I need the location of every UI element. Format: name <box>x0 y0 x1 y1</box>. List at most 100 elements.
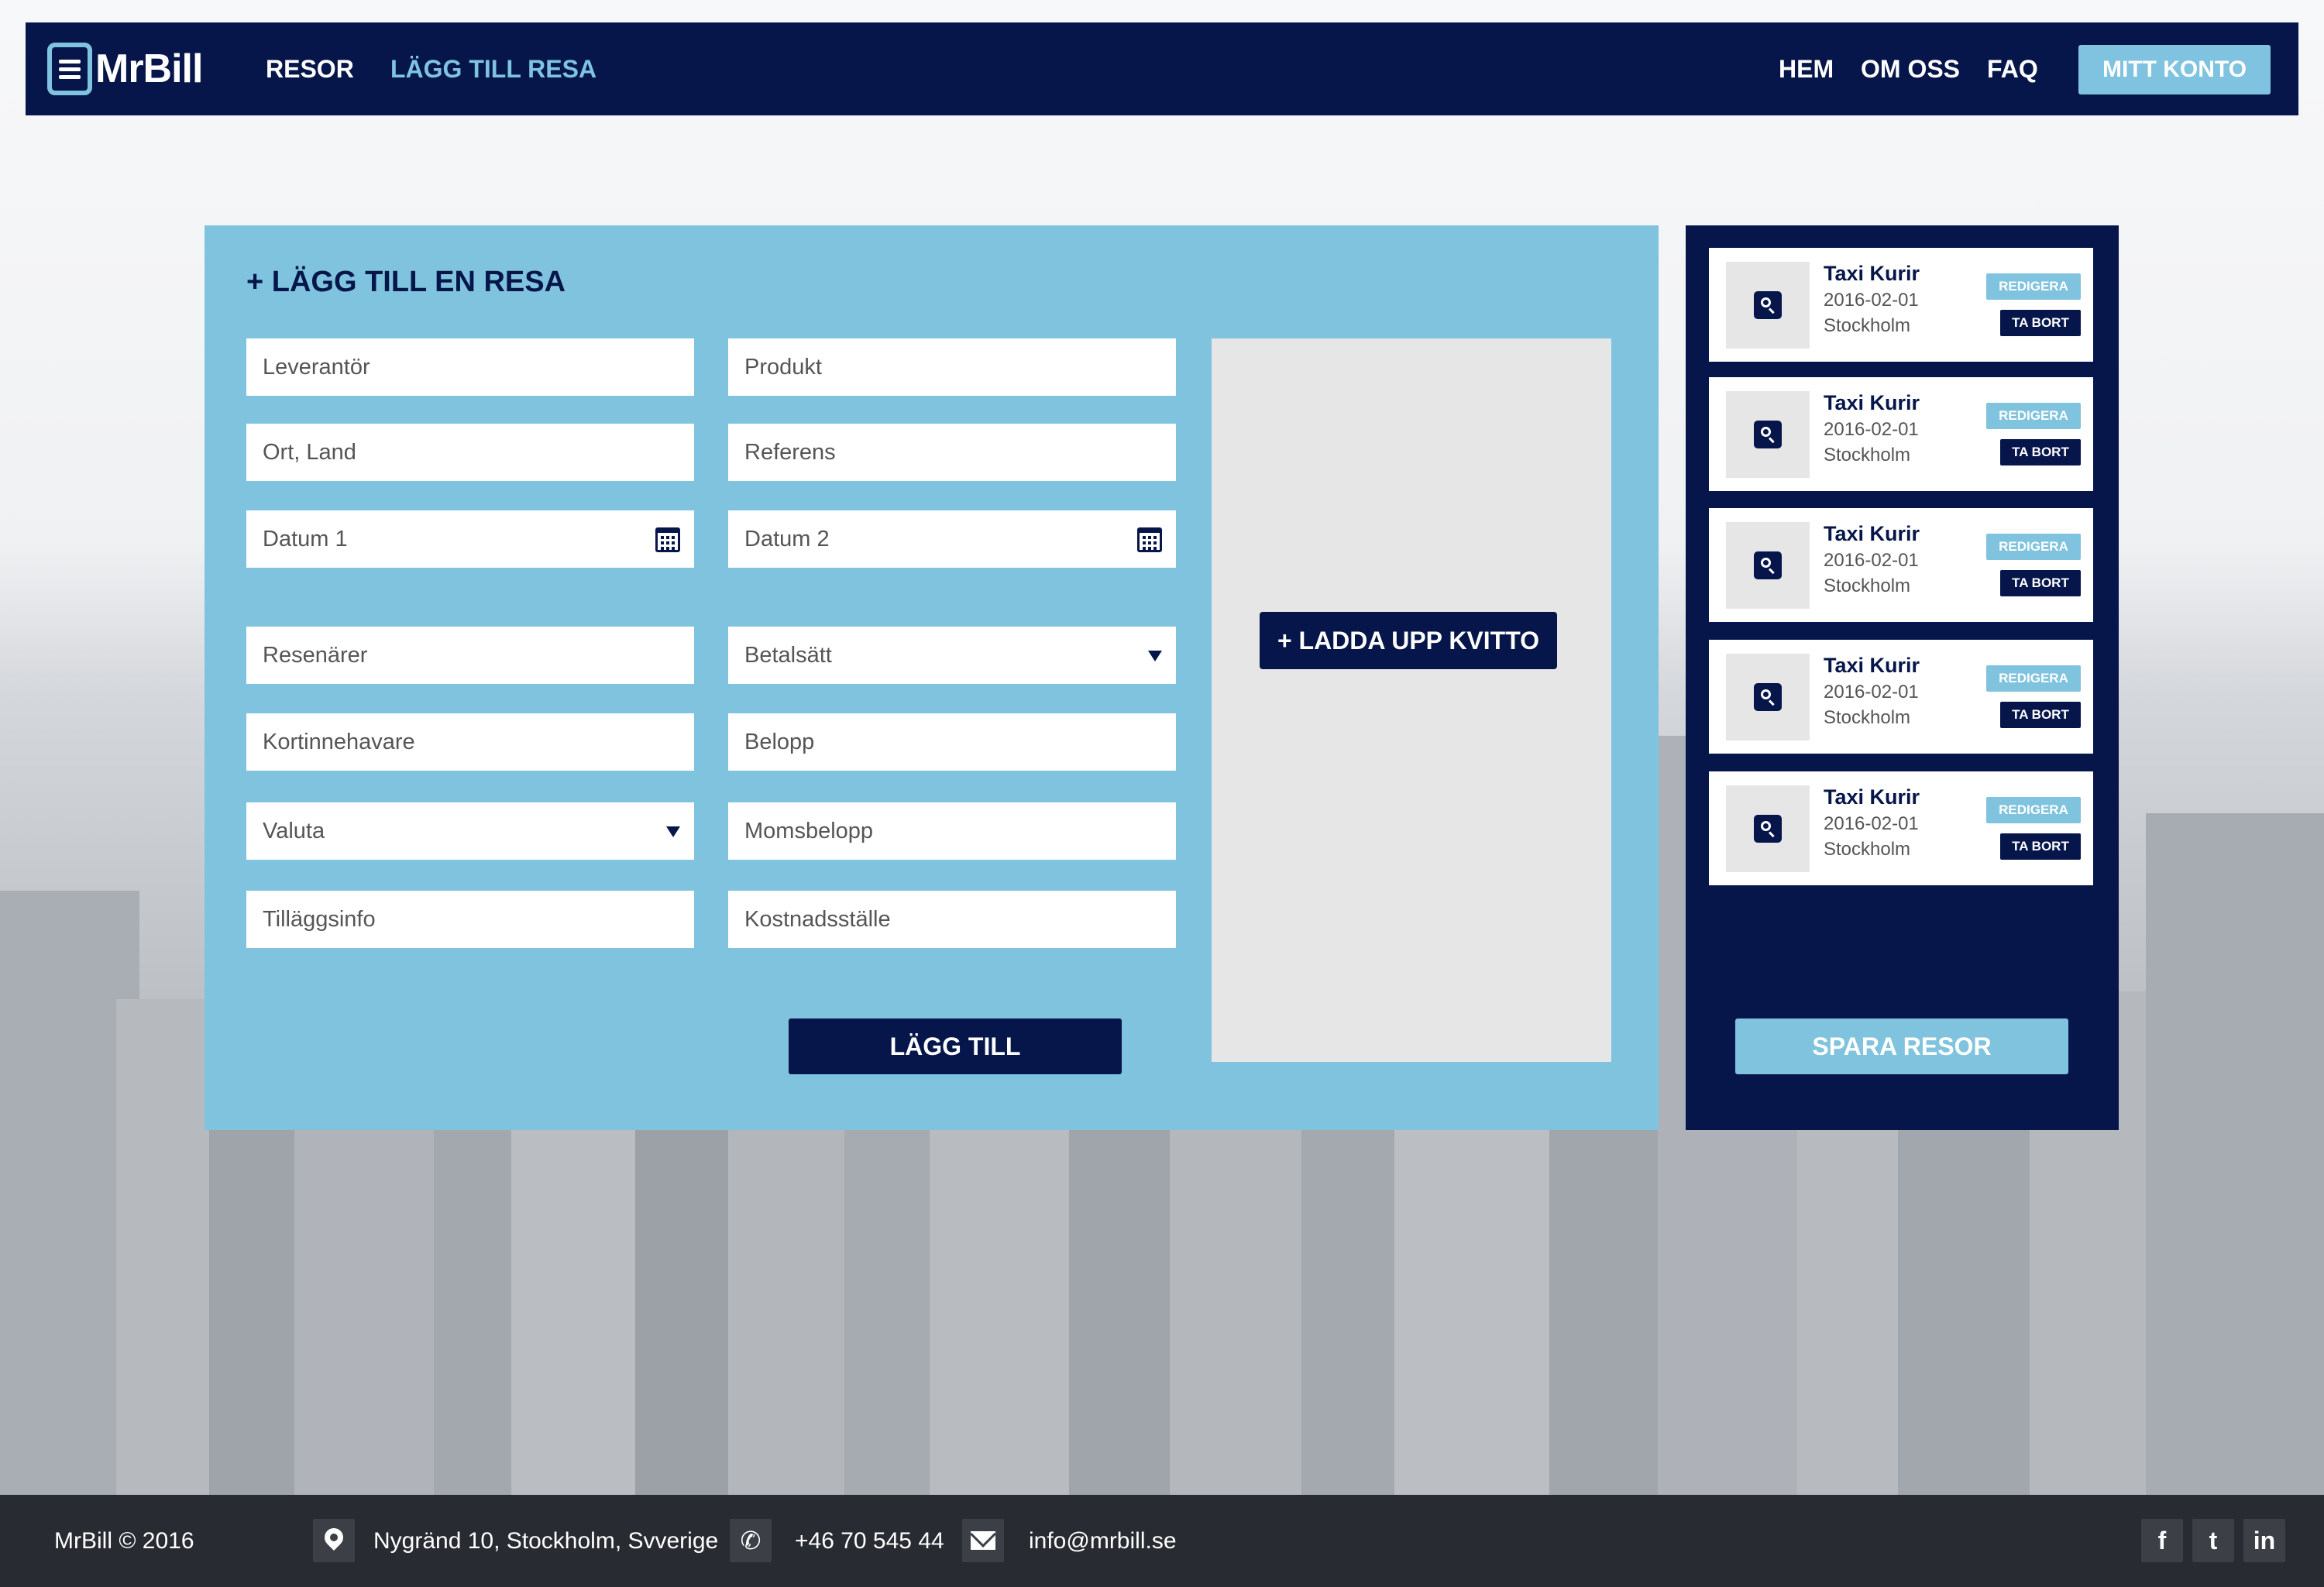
trip-date: 2016-02-01 <box>1824 419 1919 440</box>
cost-center-field[interactable]: Kostnadsställe <box>728 891 1176 948</box>
trips-list-panel: Taxi Kurir 2016-02-01 Stockholm REDIGERA… <box>1686 225 2119 1130</box>
calendar-icon[interactable] <box>1137 527 1162 552</box>
envelope-icon <box>962 1519 1004 1562</box>
amount-placeholder: Belopp <box>744 730 815 754</box>
dropdown-arrow-icon <box>1148 651 1162 661</box>
delete-trip-button[interactable]: TA BORT <box>2000 570 2081 596</box>
travellers-placeholder: Resenärer <box>263 643 368 668</box>
delete-trip-button[interactable]: TA BORT <box>2000 833 2081 860</box>
currency-select[interactable]: Valuta <box>246 802 694 860</box>
cardholder-placeholder: Kortinnehavare <box>263 730 415 754</box>
dropdown-arrow-icon <box>666 826 680 837</box>
location-placeholder: Ort, Land <box>263 440 356 465</box>
upload-receipt-button[interactable]: + LADDA UPP KVITTO <box>1260 612 1557 669</box>
search-icon[interactable] <box>1754 683 1782 711</box>
edit-trip-button[interactable]: REDIGERA <box>1986 665 2081 692</box>
reference-placeholder: Referens <box>744 440 836 465</box>
trip-date: 2016-02-01 <box>1824 290 1919 311</box>
footer-email[interactable]: info@mrbill.se <box>1029 1495 1177 1587</box>
trip-title: Taxi Kurir <box>1824 785 1920 809</box>
trip-city: Stockholm <box>1824 575 1911 596</box>
trip-date: 2016-02-01 <box>1824 682 1919 702</box>
save-trips-button[interactable]: SPARA RESOR <box>1735 1018 2068 1074</box>
nav-link-om-oss[interactable]: OM OSS <box>1861 22 1960 115</box>
receipt-thumbnail[interactable] <box>1726 785 1810 872</box>
linkedin-icon[interactable]: in <box>2243 1519 2285 1562</box>
search-icon[interactable] <box>1754 421 1782 448</box>
trip-card: Taxi Kurir 2016-02-01 Stockholm REDIGERA… <box>1709 508 2093 622</box>
footer: MrBill © 2016 Nygränd 10, Stockholm, Svv… <box>0 1495 2324 1587</box>
extra-info-field[interactable]: Tilläggsinfo <box>246 891 694 948</box>
date2-field[interactable]: Datum 2 <box>728 510 1176 568</box>
supplier-placeholder: Leverantör <box>263 355 370 380</box>
map-pin-icon <box>313 1519 355 1562</box>
reference-field[interactable]: Referens <box>728 424 1176 481</box>
trip-card: Taxi Kurir 2016-02-01 Stockholm REDIGERA… <box>1709 640 2093 754</box>
logo-text: MrBill <box>95 46 203 91</box>
trip-card: Taxi Kurir 2016-02-01 Stockholm REDIGERA… <box>1709 771 2093 885</box>
product-placeholder: Produkt <box>744 355 822 380</box>
form-title: + LÄGG TILL EN RESA <box>246 266 566 298</box>
trip-title: Taxi Kurir <box>1824 391 1920 414</box>
search-icon[interactable] <box>1754 291 1782 319</box>
edit-trip-button[interactable]: REDIGERA <box>1986 273 2081 300</box>
receipt-thumbnail[interactable] <box>1726 522 1810 609</box>
date1-field[interactable]: Datum 1 <box>246 510 694 568</box>
trip-title: Taxi Kurir <box>1824 522 1920 545</box>
cardholder-field[interactable]: Kortinnehavare <box>246 713 694 771</box>
add-trip-form: + LÄGG TILL EN RESA Leverantör Produkt O… <box>205 225 1659 1130</box>
twitter-icon[interactable]: t <box>2192 1519 2234 1562</box>
trip-date: 2016-02-01 <box>1824 550 1919 571</box>
my-account-button[interactable]: MITT KONTO <box>2078 45 2271 94</box>
edit-trip-button[interactable]: REDIGERA <box>1986 797 2081 823</box>
vat-amount-field[interactable]: Momsbelopp <box>728 802 1176 860</box>
vat-amount-placeholder: Momsbelopp <box>744 819 874 843</box>
nav-link-faq[interactable]: FAQ <box>1987 22 2038 115</box>
calendar-icon[interactable] <box>655 527 680 552</box>
footer-address: Nygränd 10, Stockholm, Svverige <box>373 1528 719 1554</box>
date1-placeholder: Datum 1 <box>263 527 348 551</box>
supplier-field[interactable]: Leverantör <box>246 338 694 396</box>
document-logo-icon <box>47 43 92 95</box>
brand-logo[interactable]: MrBill <box>47 41 203 97</box>
amount-field[interactable]: Belopp <box>728 713 1176 771</box>
payment-method-placeholder: Betalsätt <box>744 643 832 668</box>
cost-center-placeholder: Kostnadsställe <box>744 907 891 932</box>
search-icon[interactable] <box>1754 551 1782 579</box>
delete-trip-button[interactable]: TA BORT <box>2000 310 2081 336</box>
trip-title: Taxi Kurir <box>1824 654 1920 677</box>
receipt-thumbnail[interactable] <box>1726 262 1810 349</box>
currency-placeholder: Valuta <box>263 819 325 843</box>
trip-date: 2016-02-01 <box>1824 813 1919 834</box>
search-icon[interactable] <box>1754 815 1782 843</box>
copyright-text: MrBill © 2016 <box>54 1528 194 1554</box>
add-trip-button[interactable]: LÄGG TILL <box>789 1018 1122 1074</box>
payment-method-select[interactable]: Betalsätt <box>728 627 1176 684</box>
nav-link-lagg-till-resa[interactable]: LÄGG TILL RESA <box>390 22 596 115</box>
edit-trip-button[interactable]: REDIGERA <box>1986 534 2081 560</box>
trip-city: Stockholm <box>1824 315 1911 336</box>
trip-card: Taxi Kurir 2016-02-01 Stockholm REDIGERA… <box>1709 377 2093 491</box>
location-field[interactable]: Ort, Land <box>246 424 694 481</box>
nav-link-hem[interactable]: HEM <box>1779 22 1834 115</box>
delete-trip-button[interactable]: TA BORT <box>2000 439 2081 465</box>
extra-info-placeholder: Tilläggsinfo <box>263 907 376 932</box>
travellers-field[interactable]: Resenärer <box>246 627 694 684</box>
phone-icon: ✆ <box>730 1519 772 1562</box>
edit-trip-button[interactable]: REDIGERA <box>1986 403 2081 429</box>
date2-placeholder: Datum 2 <box>744 527 830 551</box>
trip-city: Stockholm <box>1824 445 1911 465</box>
trip-title: Taxi Kurir <box>1824 262 1920 285</box>
product-field[interactable]: Produkt <box>728 338 1176 396</box>
receipt-thumbnail[interactable] <box>1726 654 1810 740</box>
top-navbar: MrBill RESOR LÄGG TILL RESA HEM OM OSS F… <box>26 22 2298 115</box>
trip-city: Stockholm <box>1824 839 1911 860</box>
receipt-thumbnail[interactable] <box>1726 391 1810 478</box>
trip-city: Stockholm <box>1824 707 1911 728</box>
facebook-icon[interactable]: f <box>2141 1519 2183 1562</box>
delete-trip-button[interactable]: TA BORT <box>2000 702 2081 728</box>
receipt-upload-area[interactable]: + LADDA UPP KVITTO <box>1212 338 1611 1062</box>
nav-link-resor[interactable]: RESOR <box>266 22 354 115</box>
trip-card: Taxi Kurir 2016-02-01 Stockholm REDIGERA… <box>1709 248 2093 362</box>
footer-phone[interactable]: +46 70 545 44 <box>795 1495 944 1587</box>
